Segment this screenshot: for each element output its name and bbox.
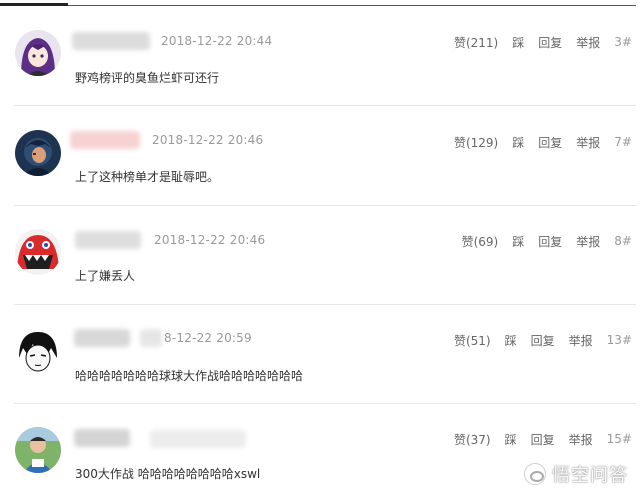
comment-actions: 赞(37) 踩 回复 举报 15# [454,431,632,447]
floor-number: 3# [614,35,632,49]
dislike-button[interactable]: 踩 [512,34,524,51]
dislike-button[interactable]: 踩 [505,332,517,349]
username-blurred[interactable] [75,231,141,249]
anime-girl-avatar-icon [15,30,61,76]
avatar[interactable] [15,130,61,176]
comment-text: 上了嫌丢人 [75,269,136,283]
comment-item: 2018-12-22 20:44 赞(211) 踩 回复 举报 3# 野鸡榜评的… [0,6,636,106]
reply-button[interactable]: 回复 [538,233,562,250]
report-button[interactable]: 举报 [576,233,600,250]
floor-number: 15# [606,432,632,446]
comment-time: 2018-12-22 20:44 [161,34,273,48]
reply-button[interactable]: 回复 [531,431,555,448]
avatar[interactable] [15,427,61,473]
username-blurred[interactable] [72,32,150,50]
wukong-logo-icon [524,463,546,485]
username-blurred[interactable] [150,430,246,448]
reply-button[interactable]: 回复 [538,134,562,151]
comment-time: 2018-12-22 20:46 [154,233,266,247]
watermark: 悟空问答 [524,461,628,487]
dislike-button[interactable]: 踩 [512,134,524,151]
avatar[interactable] [15,30,61,76]
comment-item: 2018-12-22 20:46 赞(129) 踩 回复 举报 7# 上了这种榜… [0,106,636,206]
floor-number: 8# [614,234,632,248]
dislike-button[interactable]: 踩 [505,431,517,448]
like-button[interactable]: 赞(211) [454,34,498,51]
report-button[interactable]: 举报 [569,431,593,448]
reply-button[interactable]: 回复 [531,332,555,349]
person-photo-avatar-icon [15,427,61,473]
reply-button[interactable]: 回复 [538,34,562,51]
comment-text: 上了这种榜单才是耻辱吧。 [75,170,220,184]
comment-text: 哈哈哈哈哈哈哈球球大作战哈哈哈哈哈哈哈 [75,369,304,383]
avatar[interactable] [15,328,61,374]
comment-time: 2018-12-22 20:46 [152,133,264,147]
comment-actions: 赞(69) 踩 回复 举报 8# [462,233,632,249]
comment-actions: 赞(211) 踩 回复 举报 3# [454,34,632,50]
like-button[interactable]: 赞(129) [454,134,498,151]
floor-number: 7# [614,135,632,149]
like-button[interactable]: 赞(69) [462,233,499,250]
comment-actions: 赞(129) 踩 回复 举报 7# [454,134,632,150]
report-button[interactable]: 举报 [576,34,600,51]
avatar[interactable] [15,229,61,275]
username-blurred[interactable] [74,429,130,447]
like-button[interactable]: 赞(51) [454,332,491,349]
comment-time: 8-12-22 20:59 [164,331,252,345]
watermark-text: 悟空问答 [552,465,628,486]
floor-number: 13# [606,333,632,347]
red-monster-avatar-icon [15,229,61,275]
comment-text: 野鸡榜评的臭鱼烂虾可还行 [75,71,220,85]
username-blurred[interactable] [74,329,130,347]
sketch-face-avatar-icon [15,328,61,374]
like-button[interactable]: 赞(37) [454,431,491,448]
dislike-button[interactable]: 踩 [512,233,524,250]
report-button[interactable]: 举报 [569,332,593,349]
comment-text: 300大作战 哈哈哈哈哈哈哈哈xswl [75,467,261,481]
dark-character-avatar-icon [15,130,61,176]
comment-item: 8-12-22 20:59 赞(51) 踩 回复 举报 13# 哈哈哈哈哈哈哈球… [0,304,636,404]
comment-actions: 赞(51) 踩 回复 举报 13# [454,332,632,348]
report-button[interactable]: 举报 [576,134,600,151]
username-blurred[interactable] [140,329,162,347]
username-blurred[interactable] [70,131,140,149]
comment-item: 2018-12-22 20:46 赞(69) 踩 回复 举报 8# 上了嫌丢人 [0,205,636,305]
